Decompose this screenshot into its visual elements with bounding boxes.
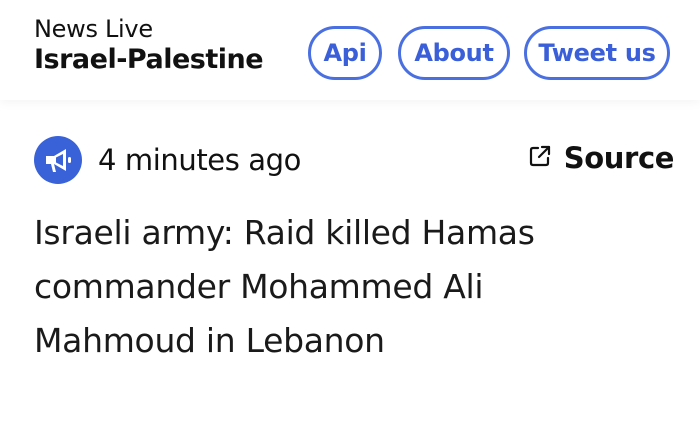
external-link-icon <box>527 143 553 173</box>
api-button[interactable]: Api <box>308 26 382 80</box>
post-timestamp: 4 minutes ago <box>98 143 301 177</box>
nav-bar: Api About Tweet us <box>0 26 700 86</box>
post-headline: Israeli army: Raid killed Hamas commande… <box>34 213 535 360</box>
source-link[interactable]: Source <box>527 138 674 178</box>
tweet-us-button[interactable]: Tweet us <box>524 26 670 80</box>
page: News Live Israel-Palestine Api About Twe… <box>0 0 700 437</box>
post-meta: 4 minutes ago Source <box>34 136 674 186</box>
about-button[interactable]: About <box>398 26 510 80</box>
megaphone-icon <box>34 136 82 184</box>
source-label: Source <box>563 141 675 175</box>
top-header: News Live Israel-Palestine Api About Twe… <box>0 0 700 100</box>
